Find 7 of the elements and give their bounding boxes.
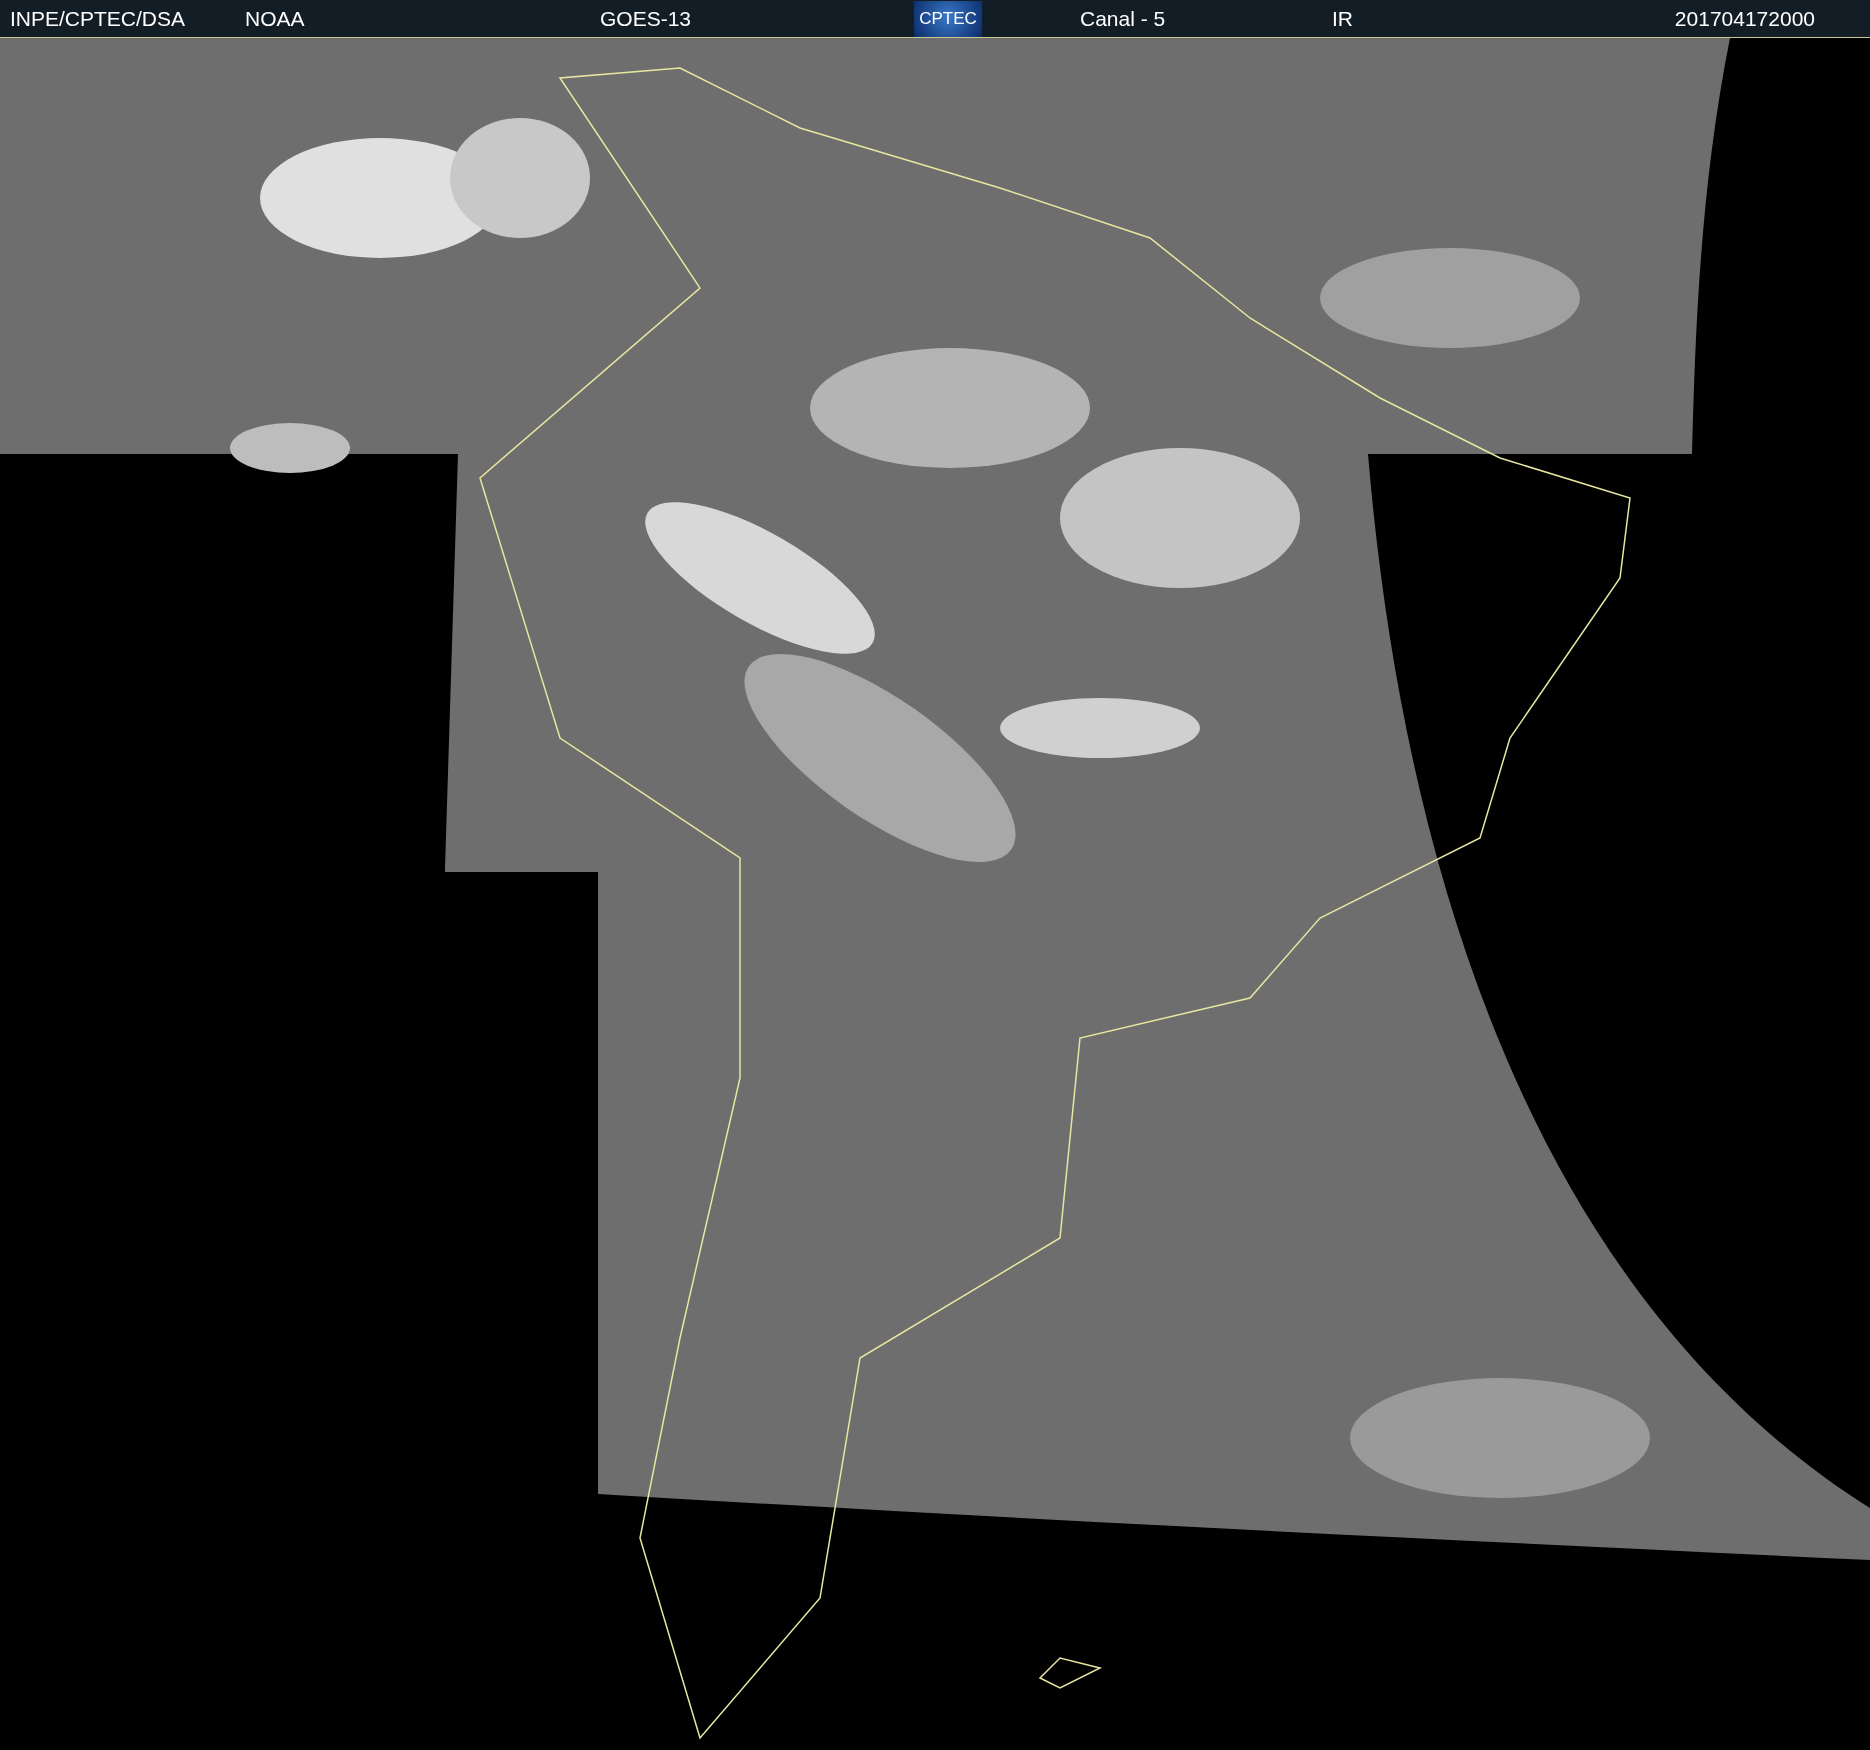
header-label: NOAA (245, 6, 305, 31)
header-label: IR (1332, 6, 1353, 31)
header-label: INPE/CPTEC/DSA (10, 6, 186, 31)
logo-badge: CPTEC (914, 0, 982, 37)
header-label: Canal - 5 (1080, 6, 1166, 31)
header-label: GOES-13 (600, 6, 692, 31)
header-label: 201704172000 (1674, 6, 1815, 31)
